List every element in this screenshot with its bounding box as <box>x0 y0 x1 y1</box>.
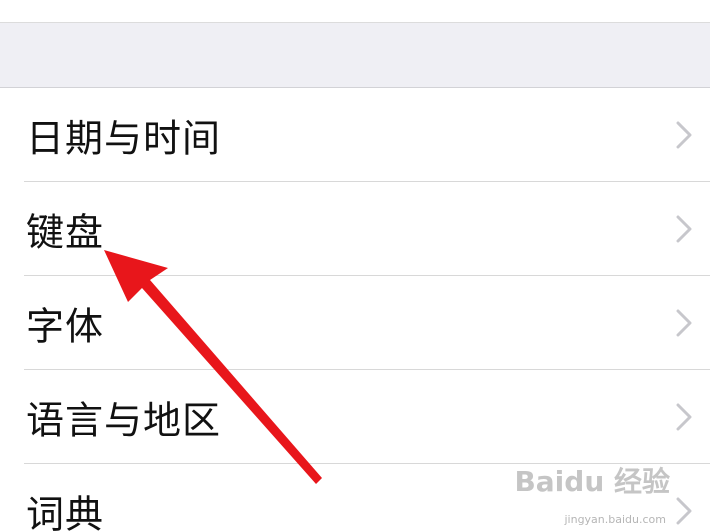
settings-list: 日期与时间 键盘 字体 语言与地区 词典 <box>0 88 710 532</box>
settings-screen: 日期与时间 键盘 字体 语言与地区 词典 Baidu 经验 jingyan.ba… <box>0 0 710 532</box>
settings-item-dictionary[interactable]: 词典 <box>0 464 710 532</box>
chevron-right-icon <box>676 403 692 431</box>
settings-item-label: 字体 <box>26 304 105 349</box>
chevron-right-icon <box>676 215 692 243</box>
settings-item-label: 日期与时间 <box>26 116 222 161</box>
settings-item-label: 词典 <box>26 492 105 532</box>
chevron-right-icon <box>676 497 692 525</box>
settings-item-fonts[interactable]: 字体 <box>0 276 710 370</box>
chevron-right-icon <box>676 309 692 337</box>
settings-item-label: 键盘 <box>26 210 105 255</box>
settings-item-keyboard[interactable]: 键盘 <box>0 182 710 276</box>
chevron-right-icon <box>676 121 692 149</box>
settings-item-language-region[interactable]: 语言与地区 <box>0 370 710 464</box>
section-gap <box>0 23 710 88</box>
settings-item-date-time[interactable]: 日期与时间 <box>0 88 710 182</box>
previous-group-bottom <box>0 0 710 23</box>
settings-item-label: 语言与地区 <box>26 398 222 443</box>
